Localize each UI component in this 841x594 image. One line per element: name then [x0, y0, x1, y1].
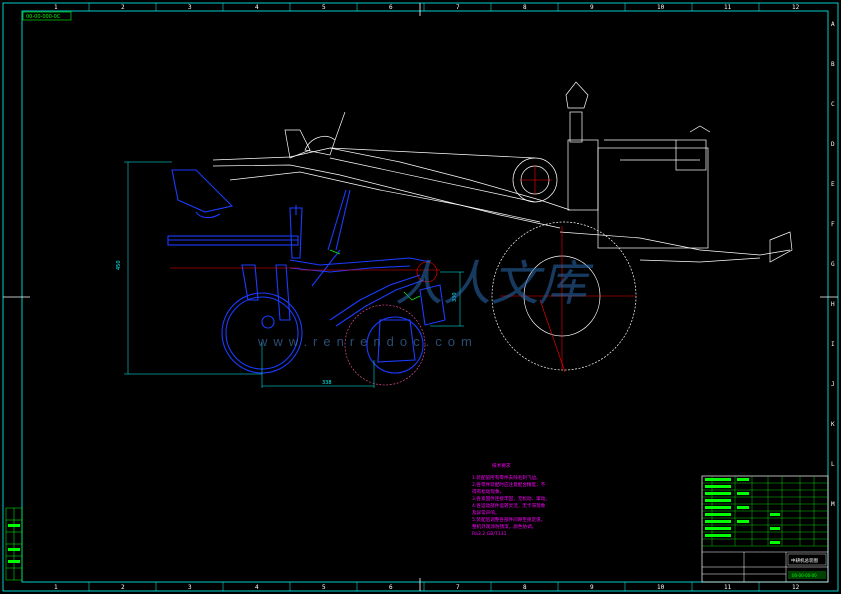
zone-col-label: 10	[657, 4, 665, 11]
zone-col-label: 9	[590, 584, 594, 591]
machine-outline	[212, 81, 793, 371]
engine-block	[597, 147, 709, 249]
watermark-text: 人人文库	[395, 258, 594, 311]
zone-col-label: 7	[456, 4, 460, 11]
zone-row-label: H	[831, 301, 835, 308]
zone-col-label: 6	[389, 584, 393, 591]
zone-row-label: D	[831, 141, 835, 148]
drawing-id-text: 00-00-000-0C	[26, 14, 61, 20]
notes-line: 3.各紧固件连接牢固，无松动、窜动。	[472, 495, 550, 502]
title-block-number: 00-00-00-00	[792, 573, 817, 578]
zone-labels-bottom: 1 2 3 4 5 6 7 8 9 10 11 12	[54, 584, 800, 591]
zone-row-label: K	[831, 421, 835, 428]
notes-line: 及异常声响。	[472, 509, 500, 516]
zone-row-label: F	[831, 221, 835, 228]
zone-row-label: L	[831, 461, 835, 468]
notes-line: 1.装配前所有零件去除毛刺飞边。	[472, 474, 541, 481]
dim-height: 450	[116, 260, 122, 270]
zone-row-label: E	[831, 181, 835, 188]
notes-line: 整机外观涂防锈漆，颜色协调。	[472, 523, 536, 530]
cad-drawing: 1 2 3 4 5 6 7 8 9 10 11 12 1 2 3 4 5 6 7…	[2, 2, 839, 592]
zone-col-label: 2	[121, 4, 125, 11]
zone-row-label: M	[831, 501, 835, 508]
zone-labels-top: 1 2 3 4 5 6 7 8 9 10 11 12	[54, 4, 800, 11]
zone-col-label: 9	[590, 4, 594, 11]
watermark-url: www.renrendoc.com	[257, 334, 478, 349]
notes-line: 5.装配后调整各部件间隙至规定值。	[472, 516, 545, 523]
watermark: 人人文库 www.renrendoc.com	[257, 258, 594, 349]
air-cleaner	[565, 81, 589, 109]
zone-col-label: 10	[657, 584, 665, 591]
zone-col-label: 6	[389, 4, 393, 11]
zone-row-label: A	[831, 21, 835, 28]
engine-head	[567, 139, 599, 211]
zone-col-label: 3	[188, 584, 192, 591]
zone-col-label: 8	[523, 584, 527, 591]
zone-row-label: G	[831, 261, 835, 268]
zone-col-label: 2	[121, 584, 125, 591]
zone-row-label: B	[831, 61, 835, 68]
zone-labels-right: A B C D E F G H I J K L M	[831, 21, 835, 508]
zone-row-label: J	[831, 381, 835, 388]
zone-col-label: 11	[724, 4, 732, 11]
notes-line: Ra3.2 GB/T131	[472, 531, 507, 537]
zone-col-label: 3	[188, 4, 192, 11]
zone-col-label: 8	[523, 4, 527, 11]
zone-col-label: 1	[54, 4, 58, 11]
left-signature-strip	[5, 507, 23, 581]
title-block: 中耕机总装图 00-00-00-00	[701, 475, 829, 583]
notes-line: 2.各零件装配时应注意配合精度，不	[472, 481, 546, 488]
zone-col-label: 4	[255, 584, 259, 591]
zone-col-label: 5	[322, 584, 326, 591]
drawing-id-tag: 00-00-000-0C	[22, 11, 72, 21]
technical-notes: 技术要求 1.装配前所有零件去除毛刺飞边。 2.各零件装配时应注意配合精度，不 …	[472, 462, 550, 537]
notes-line: 得有松动现象。	[472, 488, 504, 495]
exhaust-pipe	[569, 111, 583, 143]
notes-line: 4.各运动部件运转灵活，无卡滞现象	[472, 502, 546, 509]
notes-title: 技术要求	[492, 462, 511, 469]
zone-col-label: 1	[54, 584, 58, 591]
title-block-title: 中耕机总装图	[791, 557, 818, 564]
zone-col-label: 12	[792, 584, 800, 591]
zone-row-label: I	[831, 341, 835, 348]
zone-row-label: C	[831, 101, 835, 108]
zone-col-label: 5	[322, 4, 326, 11]
zone-col-label: 11	[724, 584, 732, 591]
drawing-canvas: 1 2 3 4 5 6 7 8 9 10 11 12 1 2 3 4 5 6 7…	[0, 0, 841, 594]
dim-width: 338	[322, 380, 332, 386]
zone-col-label: 7	[456, 584, 460, 591]
zone-col-label: 4	[255, 4, 259, 11]
engine-fuel-tank	[675, 139, 707, 171]
zone-col-label: 12	[792, 4, 800, 11]
